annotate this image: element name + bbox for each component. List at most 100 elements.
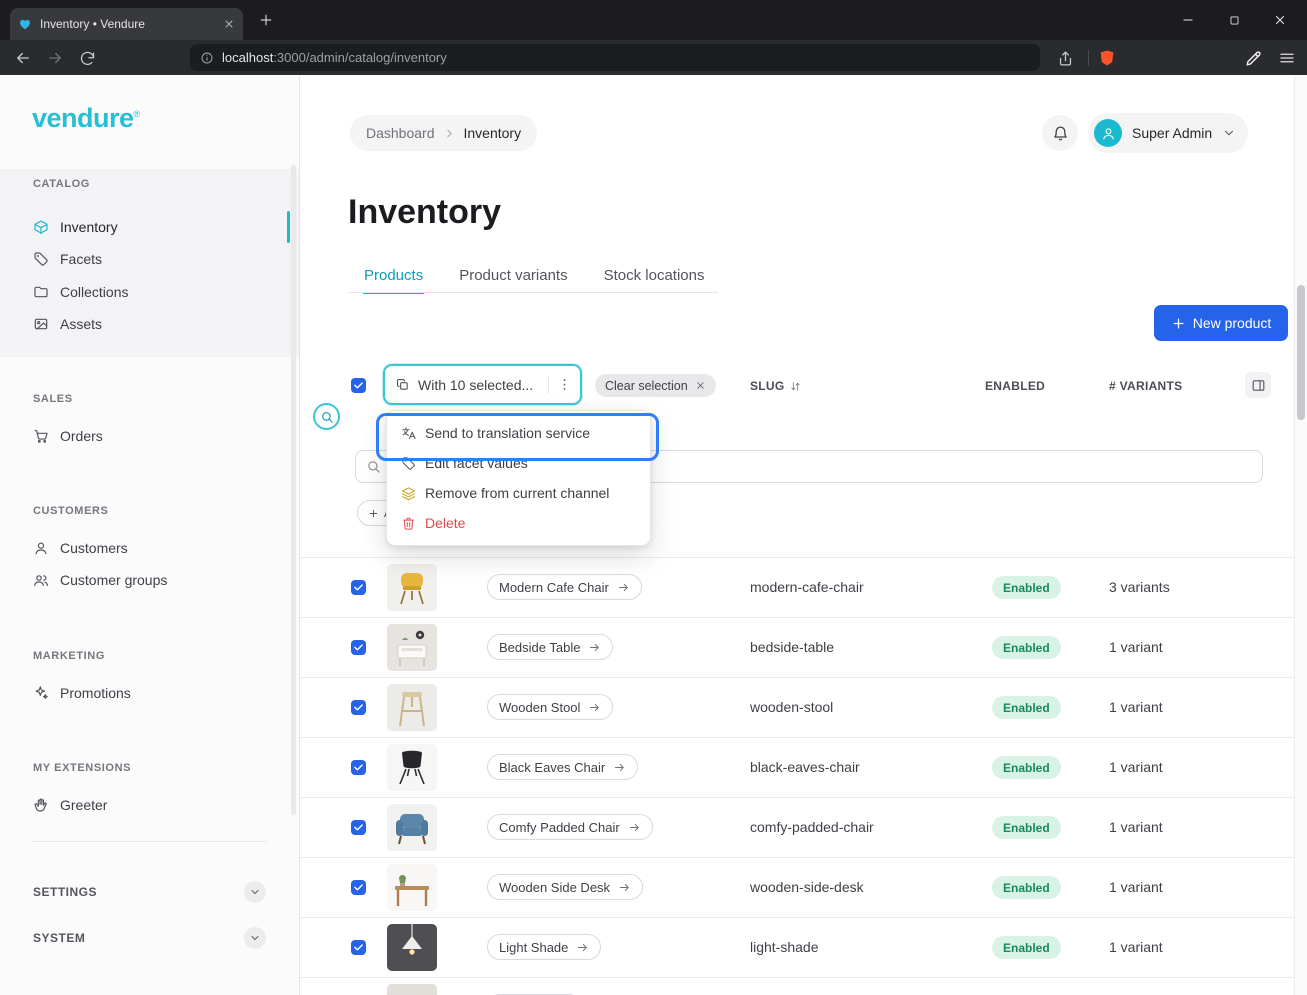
close-window-button[interactable]: [1257, 0, 1303, 40]
address-bar[interactable]: localhost:3000/admin/catalog/inventory: [190, 44, 1040, 71]
menu-item-edit-facet-values[interactable]: Edit facet values: [393, 448, 644, 478]
bulk-divider: [548, 376, 549, 394]
kebab-menu-icon[interactable]: [557, 377, 572, 392]
menu-item-remove-from-channel[interactable]: Remove from current channel: [393, 478, 644, 508]
product-name-link[interactable]: Wooden Stool: [487, 694, 613, 720]
column-header-slug[interactable]: SLUG: [750, 379, 802, 393]
product-name-link[interactable]: Wooden Side Desk: [487, 874, 643, 900]
notifications-button[interactable]: [1042, 115, 1078, 151]
enabled-badge: Enabled: [992, 696, 1061, 719]
sidebar-section-system[interactable]: SYSTEM: [24, 922, 275, 954]
translate-icon: [401, 426, 416, 441]
breadcrumb: Dashboard Inventory: [350, 115, 537, 151]
product-slug: comfy-padded-chair: [750, 819, 874, 835]
table-row: Modern Cafe Chair modern-cafe-chair Enab…: [300, 557, 1295, 617]
sidebar-section-settings[interactable]: SETTINGS: [24, 876, 275, 908]
bulk-actions-dropdown: Send to translation service Edit facet v…: [386, 410, 651, 546]
new-tab-button[interactable]: [258, 12, 274, 28]
variant-count: 1 variant: [1109, 819, 1163, 835]
sidebar-scrollbar[interactable]: [291, 165, 296, 815]
tab-stock-locations[interactable]: Stock locations: [603, 258, 706, 294]
page-scrollbar[interactable]: [1294, 75, 1307, 995]
row-checkbox[interactable]: [351, 700, 366, 715]
breadcrumb-dashboard[interactable]: Dashboard: [366, 125, 435, 141]
bell-icon: [1052, 125, 1069, 142]
back-icon[interactable]: [12, 47, 34, 69]
share-icon[interactable]: [1054, 47, 1076, 69]
new-product-button[interactable]: New product: [1154, 305, 1288, 341]
variant-count: 1 variant: [1109, 759, 1163, 775]
sidebar-item-collections[interactable]: Collections: [24, 276, 268, 308]
sort-icon[interactable]: [789, 380, 802, 393]
tab-close-icon[interactable]: [223, 18, 235, 30]
sidebar-item-promotions[interactable]: Promotions: [24, 677, 268, 709]
vendure-logo: vendure®: [32, 103, 140, 134]
tab-products[interactable]: Products: [363, 258, 424, 294]
arrow-right-icon: [576, 941, 589, 954]
reload-icon[interactable]: [76, 47, 98, 69]
product-name-link[interactable]: Bedside Table: [487, 634, 613, 660]
chevron-down-icon[interactable]: [244, 927, 266, 949]
enabled-badge: Enabled: [992, 576, 1061, 599]
sidebar-item-orders[interactable]: Orders: [24, 420, 268, 452]
menu-item-delete[interactable]: Delete: [393, 508, 644, 538]
product-slug: wooden-stool: [750, 699, 833, 715]
site-info-icon[interactable]: [200, 51, 214, 65]
plus-icon: [368, 508, 379, 519]
window-controls: [1165, 0, 1303, 40]
column-settings-button[interactable]: [1245, 372, 1271, 398]
row-checkbox[interactable]: [351, 580, 366, 595]
row-checkbox[interactable]: [351, 940, 366, 955]
product-name-link[interactable]: Light Shade: [487, 934, 601, 960]
row-checkbox[interactable]: [351, 760, 366, 775]
table-row-partial: [300, 977, 1295, 995]
enabled-badge: Enabled: [992, 636, 1061, 659]
layers-icon: [401, 486, 416, 501]
plus-icon: [1171, 316, 1186, 331]
browser-tab[interactable]: Inventory • Vendure: [10, 8, 243, 40]
sidebar-item-greeter[interactable]: Greeter: [24, 789, 268, 821]
enabled-badge: Enabled: [992, 816, 1061, 839]
copy-icon: [395, 377, 410, 392]
scrollbar-thumb[interactable]: [1297, 285, 1305, 420]
clear-selection-chip[interactable]: Clear selection: [595, 374, 716, 397]
product-image: [387, 564, 437, 611]
search-button-highlighted[interactable]: [313, 403, 340, 430]
arrow-right-icon: [588, 701, 601, 714]
sidebar-item-assets[interactable]: Assets: [24, 308, 268, 340]
product-name-link[interactable]: Comfy Padded Chair: [487, 814, 653, 840]
row-checkbox[interactable]: [351, 820, 366, 835]
product-name-link[interactable]: Black Eaves Chair: [487, 754, 638, 780]
sidebar-item-customers[interactable]: Customers: [24, 532, 268, 564]
bulk-actions-button[interactable]: With 10 selected...: [383, 364, 582, 405]
edit-pencil-icon[interactable]: [1242, 47, 1264, 69]
product-image: [387, 984, 437, 995]
variant-count: 3 variants: [1109, 579, 1170, 595]
menu-item-send-to-translation[interactable]: Send to translation service: [393, 418, 644, 448]
forward-icon[interactable]: [44, 47, 66, 69]
product-image: [387, 624, 437, 671]
row-checkbox[interactable]: [351, 640, 366, 655]
browser-menu-icon[interactable]: [1276, 47, 1298, 69]
enabled-badge: Enabled: [992, 876, 1061, 899]
sidebar-item-inventory[interactable]: Inventory: [24, 211, 268, 243]
maximize-button[interactable]: [1211, 0, 1257, 40]
product-name-link[interactable]: Modern Cafe Chair: [487, 574, 642, 600]
row-checkbox[interactable]: [351, 880, 366, 895]
close-icon[interactable]: [695, 380, 706, 391]
user-menu[interactable]: Super Admin: [1088, 113, 1248, 153]
product-table: Modern Cafe Chair modern-cafe-chair Enab…: [300, 557, 1295, 995]
product-slug: black-eaves-chair: [750, 759, 860, 775]
sidebar: vendure® CATALOG Inventory Facets Collec…: [0, 75, 300, 995]
hand-icon: [33, 797, 49, 813]
vendure-favicon-icon: [18, 17, 32, 31]
avatar: [1094, 119, 1122, 147]
select-all-checkbox[interactable]: [351, 378, 366, 393]
minimize-button[interactable]: [1165, 0, 1211, 40]
tab-product-variants[interactable]: Product variants: [458, 258, 568, 294]
section-heading-catalog: CATALOG: [33, 178, 90, 190]
sidebar-item-customer-groups[interactable]: Customer groups: [24, 564, 268, 596]
chevron-down-icon[interactable]: [244, 881, 266, 903]
brave-shield-icon[interactable]: [1096, 47, 1118, 69]
sidebar-item-facets[interactable]: Facets: [24, 243, 268, 275]
